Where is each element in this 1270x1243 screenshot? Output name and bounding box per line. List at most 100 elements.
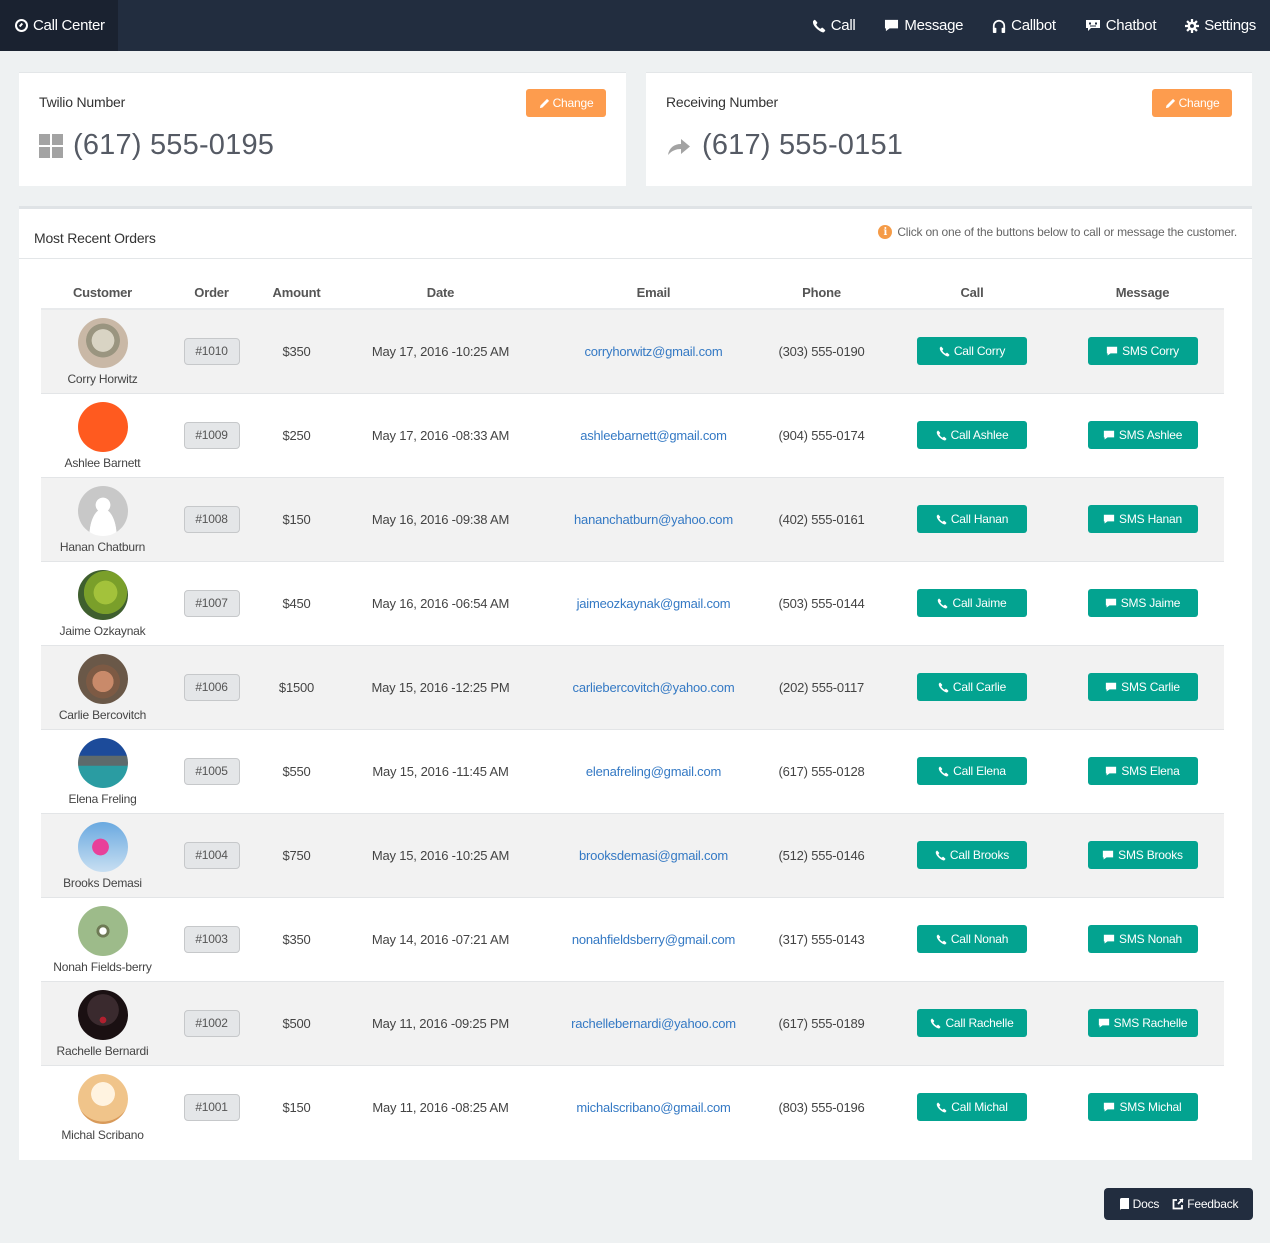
gear-icon — [1185, 18, 1200, 33]
sms-customer-button[interactable]: SMS Hanan — [1087, 505, 1198, 533]
cell-amount: $350 — [259, 897, 334, 982]
comment-icon — [1103, 430, 1114, 440]
table-row: Ashlee Barnett #1009 $250 May 17, 2016 -… — [41, 393, 1224, 478]
nav-item-chatbot[interactable]: Chatbot — [1085, 17, 1156, 34]
recent-orders-panel: Most Recent Orders i Click on one of the… — [19, 206, 1252, 1160]
sms-customer-button[interactable]: SMS Carlie — [1087, 673, 1198, 701]
top-navbar: Call Center Call Message Callbot Chatbot — [0, 0, 1270, 51]
call-customer-button[interactable]: Call Nonah — [917, 925, 1027, 953]
email-link[interactable]: ashleebarnett@gmail.com — [580, 428, 727, 443]
info-icon: i — [878, 225, 893, 239]
call-button-label: Call Nonah — [950, 932, 1009, 946]
sms-customer-button[interactable]: SMS Ashlee — [1087, 421, 1198, 449]
cell-phone: (617) 555-0189 — [760, 981, 883, 1066]
change-label: Change — [552, 96, 594, 110]
change-twilio-number-button[interactable]: Change — [526, 89, 606, 117]
cell-call: Call Jaime — [883, 561, 1061, 646]
customer-name: Corry Horwitz — [67, 372, 138, 387]
sms-customer-button[interactable]: SMS Jaime — [1087, 589, 1198, 617]
sms-button-label: SMS Corry — [1122, 344, 1179, 359]
email-link[interactable]: nonahfieldsberry@gmail.com — [572, 932, 736, 947]
customer-info: Michal Scribano — [41, 1072, 164, 1142]
order-number-badge: #1004 — [183, 841, 240, 869]
call-button-label: Call Rachelle — [945, 1016, 1014, 1030]
change-receiving-number-button[interactable]: Change — [1152, 89, 1232, 117]
email-link[interactable]: hananchatburn@yahoo.com — [574, 512, 733, 527]
customer-info: Corry Horwitz — [41, 316, 164, 386]
call-customer-button[interactable]: Call Ashlee — [917, 421, 1027, 449]
sms-customer-button[interactable]: SMS Nonah — [1087, 925, 1198, 953]
cell-customer: Michal Scribano — [41, 1065, 164, 1149]
cell-customer: Brooks Demasi — [41, 813, 164, 898]
sms-customer-button[interactable]: SMS Elena — [1087, 757, 1198, 785]
call-customer-button[interactable]: Call Hanan — [917, 505, 1027, 533]
sms-customer-button[interactable]: SMS Corry — [1087, 337, 1198, 366]
cell-call: Call Elena — [883, 729, 1061, 814]
email-link[interactable]: corryhorwitz@gmail.com — [584, 344, 722, 359]
nav-item-callbot[interactable]: Callbot — [992, 17, 1056, 34]
email-link[interactable]: rachellebernardi@yahoo.com — [571, 1016, 736, 1031]
avatar — [77, 990, 128, 1040]
call-customer-button[interactable]: Call Elena — [917, 757, 1027, 785]
customer-info: Elena Freling — [41, 736, 164, 806]
sms-customer-button[interactable]: SMS Rachelle — [1087, 1009, 1198, 1037]
column-header-amount: Amount — [259, 277, 334, 310]
call-customer-button[interactable]: Call Brooks — [917, 841, 1027, 869]
email-link[interactable]: brooksdemasi@gmail.com — [579, 848, 728, 863]
call-button-label: Call Brooks — [949, 848, 1010, 862]
docs-link[interactable]: Docs — [1119, 1197, 1159, 1211]
call-customer-button[interactable]: Call Michal — [917, 1093, 1027, 1122]
email-link[interactable]: carliebercovitch@yahoo.com — [573, 680, 735, 695]
cell-phone: (512) 555-0146 — [760, 813, 883, 898]
cell-order: #1008 — [164, 477, 259, 562]
call-customer-button[interactable]: Call Jaime — [917, 589, 1027, 617]
orders-hint: i Click on one of the buttons below to c… — [878, 225, 1237, 239]
comment-icon — [1105, 598, 1116, 608]
order-number-badge: #1005 — [183, 757, 240, 785]
cell-customer: Nonah Fields-berry — [41, 897, 164, 982]
nav-label: Chatbot — [1105, 17, 1157, 34]
cell-message: SMS Ashlee — [1061, 393, 1224, 478]
nav-item-call[interactable]: Call — [812, 17, 856, 34]
order-number-badge: #1008 — [183, 505, 240, 533]
call-customer-button[interactable]: Call Corry — [917, 337, 1027, 366]
avatar — [77, 570, 128, 620]
cell-message: SMS Corry — [1061, 309, 1224, 394]
feedback-label: Feedback — [1187, 1197, 1239, 1211]
sms-customer-button[interactable]: SMS Michal — [1087, 1093, 1198, 1122]
cell-date: May 15, 2016 -10:25 AM — [334, 813, 547, 898]
email-link[interactable]: michalscribano@gmail.com — [576, 1100, 731, 1115]
cell-order: #1004 — [164, 813, 259, 898]
cell-call: Call Nonah — [883, 897, 1061, 982]
call-customer-button[interactable]: Call Carlie — [917, 673, 1027, 701]
cell-order: #1009 — [164, 393, 259, 478]
phone-icon — [935, 850, 946, 860]
cell-order: #1006 — [164, 645, 259, 730]
call-customer-button[interactable]: Call Rachelle — [917, 1009, 1027, 1037]
nav-item-message[interactable]: Message — [884, 17, 963, 34]
pencil-icon — [539, 98, 549, 108]
cell-amount: $750 — [259, 813, 334, 898]
call-button-label: Call Elena — [953, 764, 1006, 778]
brand-link[interactable]: Call Center — [0, 0, 118, 51]
cell-order: #1007 — [164, 561, 259, 646]
nav-menu: Call Message Callbot Chatbot Settings — [812, 0, 1256, 51]
nav-label: Call — [830, 17, 856, 34]
cell-message: SMS Brooks — [1061, 813, 1224, 898]
sms-customer-button[interactable]: SMS Brooks — [1087, 841, 1198, 869]
customer-name: Nonah Fields-berry — [53, 960, 152, 974]
email-link[interactable]: jaimeozkaynak@gmail.com — [577, 596, 731, 611]
email-link[interactable]: elenafreling@gmail.com — [586, 764, 721, 779]
orders-hint-text: Click on one of the buttons below to cal… — [897, 225, 1237, 239]
avatar — [77, 486, 128, 536]
cell-date: May 17, 2016 -10:25 AM — [334, 309, 547, 394]
customer-info: Brooks Demasi — [41, 820, 164, 890]
feedback-link[interactable]: Feedback — [1172, 1197, 1239, 1211]
comment-icon — [1106, 346, 1118, 356]
phone-icon — [938, 766, 949, 776]
cell-phone: (202) 555-0117 — [760, 645, 883, 730]
avatar — [77, 1074, 128, 1125]
nav-item-settings[interactable]: Settings — [1185, 17, 1256, 34]
order-number-badge: #1001 — [183, 1093, 240, 1121]
column-header-message: Message — [1061, 277, 1224, 310]
